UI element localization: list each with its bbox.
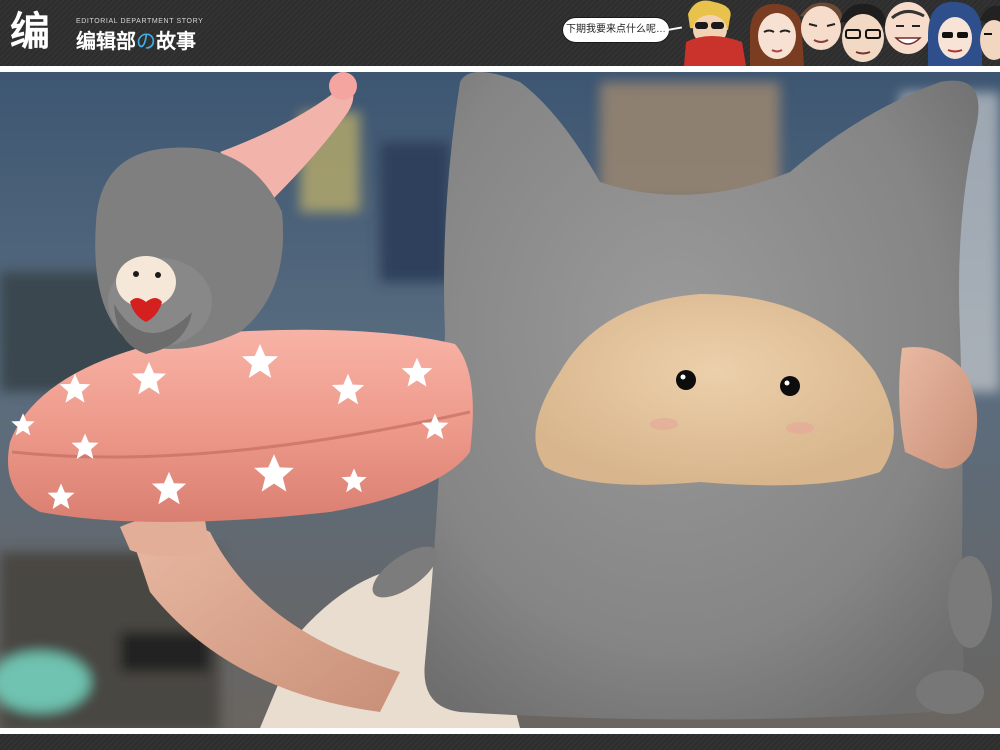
site-footer (0, 734, 1000, 750)
logo-tagline: EDITORIAL DEPARTMENT STORY (76, 18, 204, 25)
avatar-woman (750, 3, 804, 66)
site-header: 编 EDITORIAL DEPARTMENT STORY 编辑部の故事 下期我要… (0, 0, 1000, 66)
logo-title-part: 故事 (156, 31, 196, 53)
avatar-smiling-guy (885, 2, 931, 54)
logo-title-accent: の (136, 31, 156, 53)
avatar-scarf-guy (684, 0, 746, 66)
staff-avatars-art (684, 0, 1000, 66)
plush-photo-art (0, 72, 1000, 728)
staff-avatars (680, 0, 1000, 66)
main-photo (0, 72, 1000, 728)
left-hand (120, 517, 210, 557)
avatar-edge-guy (980, 5, 1000, 60)
avatar-blue-hair (928, 1, 983, 66)
avatar-glasses-guy (840, 3, 886, 62)
logo-title-part: 编辑部 (76, 31, 136, 53)
logo-mark[interactable]: 编 (10, 7, 72, 57)
speech-bubble: 下期我要来点什么呢… (562, 17, 670, 43)
avatar-pale-guy (800, 2, 842, 50)
logo-title[interactable]: 编辑部の故事 (76, 30, 196, 54)
